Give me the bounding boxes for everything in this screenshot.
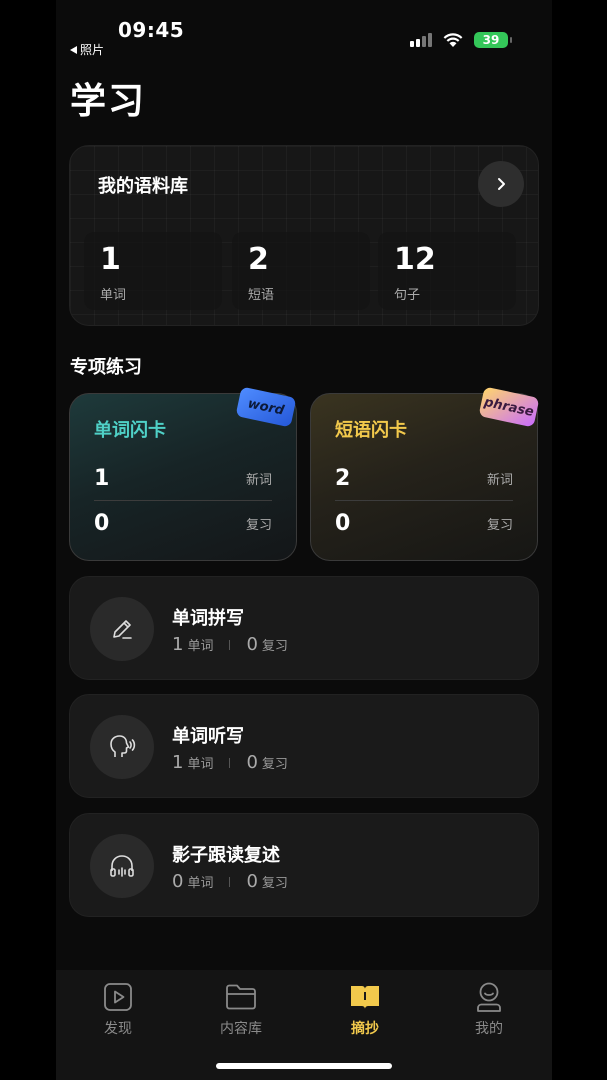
review-label: 复习 (486, 517, 513, 533)
back-label: 照片 (80, 43, 105, 57)
tab-label: 发现 (104, 1021, 132, 1037)
battery-level: 39 (482, 33, 500, 47)
practice-icon-circle (90, 715, 154, 779)
headphones-icon (110, 855, 134, 877)
review-count: 0 (335, 510, 351, 536)
divider (335, 500, 513, 501)
word-flashcard-card[interactable]: 单词闪卡 word 1 新词 0 复习 (69, 386, 297, 561)
corpus-stat-words[interactable]: 1 单词 (84, 232, 222, 310)
practice-title: 影子跟读复述 (172, 845, 280, 866)
status-time: 09:45 (118, 18, 185, 42)
stat-value: 2 (248, 242, 269, 277)
review-count: 0 (246, 752, 258, 773)
home-indicator[interactable] (216, 1063, 392, 1069)
word-count-label: 单词 (187, 757, 214, 772)
separator (229, 876, 231, 887)
status-indicators: 39 (410, 32, 512, 48)
battery-icon: 39 (474, 32, 512, 48)
review-count: 0 (246, 634, 258, 655)
corpus-title: 我的语料库 (98, 176, 188, 197)
new-label: 新词 (245, 472, 272, 488)
word-count: 1 (172, 752, 184, 773)
stat-value: 1 (100, 242, 121, 277)
phone-screen: 09:45 照片 39 学习 我的语料库 1 单词 2 短语 12 句子 专项练… (56, 0, 552, 1080)
review-count: 0 (246, 871, 258, 892)
stat-label: 句子 (394, 288, 421, 303)
practice-stats: 1 单词 0 复习 (172, 634, 288, 655)
new-count: 1 (94, 465, 110, 491)
cellular-signal-icon (410, 33, 432, 47)
review-label: 复习 (261, 639, 288, 654)
flashcard-new-row: 2 新词 (335, 463, 513, 493)
phrase-flashcard-card[interactable]: 短语闪卡 phrase 2 新词 0 复习 (310, 386, 540, 561)
play-icon (104, 983, 132, 1011)
tab-label: 摘抄 (351, 1021, 379, 1037)
stat-value: 12 (394, 242, 436, 277)
new-label: 新词 (486, 472, 513, 488)
review-label: 复习 (245, 517, 272, 533)
flashcard-title: 单词闪卡 (94, 420, 166, 441)
page-title: 学习 (70, 81, 147, 122)
practice-title: 单词听写 (172, 726, 244, 747)
corpus-stat-phrases[interactable]: 2 短语 (232, 232, 370, 310)
corpus-card[interactable]: 我的语料库 1 单词 2 短语 12 句子 (69, 145, 539, 326)
stat-label: 单词 (100, 288, 127, 303)
chevron-right-icon (498, 178, 505, 190)
folder-icon (226, 984, 256, 1010)
tab-content-library[interactable]: 内容库 (201, 980, 281, 1038)
divider (94, 500, 272, 501)
tab-label: 我的 (475, 1021, 503, 1037)
practice-stats: 0 单词 0 复习 (172, 871, 288, 892)
book-icon (351, 986, 379, 1009)
practice-icon-circle (90, 597, 154, 661)
word-dictation-card[interactable]: 单词听写 1 单词 0 复习 (69, 694, 539, 798)
practice-stats: 1 单词 0 复习 (172, 752, 288, 773)
flashcard-review-row: 0 复习 (94, 508, 272, 538)
tab-profile[interactable]: 我的 (449, 980, 529, 1038)
back-to-photos-link[interactable]: 照片 (70, 41, 104, 58)
tab-discover[interactable]: 发现 (78, 980, 158, 1038)
word-badge: word (235, 386, 297, 428)
shadowing-card[interactable]: 影子跟读复述 0 单词 0 复习 (69, 813, 539, 917)
review-count: 0 (94, 510, 110, 536)
review-label: 复习 (261, 757, 288, 772)
practice-title: 单词拼写 (172, 608, 244, 629)
flashcard-review-row: 0 复习 (335, 508, 513, 538)
word-count: 0 (172, 871, 184, 892)
tab-excerpts[interactable]: 摘抄 (325, 980, 405, 1038)
section-title: 专项练习 (70, 357, 142, 378)
pencil-icon (113, 620, 132, 639)
profile-icon (477, 982, 501, 1012)
tab-label: 内容库 (220, 1021, 262, 1037)
word-count: 1 (172, 634, 184, 655)
practice-icon-circle (90, 834, 154, 898)
word-spelling-card[interactable]: 单词拼写 1 单词 0 复习 (69, 576, 539, 680)
separator (229, 639, 231, 650)
wifi-icon (443, 33, 463, 47)
review-label: 复习 (261, 876, 288, 891)
corpus-open-button[interactable] (478, 161, 524, 207)
corpus-stat-sentences[interactable]: 12 句子 (378, 232, 516, 310)
flashcard-new-row: 1 新词 (94, 463, 272, 493)
word-count-label: 单词 (187, 876, 214, 891)
status-bar: 09:45 照片 39 (56, 0, 552, 64)
back-arrow-icon (70, 45, 77, 54)
stat-label: 短语 (248, 288, 275, 303)
speaking-head-icon (110, 735, 136, 757)
separator (229, 757, 231, 768)
flashcard-title: 短语闪卡 (335, 420, 407, 441)
new-count: 2 (335, 465, 351, 491)
word-count-label: 单词 (187, 639, 214, 654)
phrase-badge: phrase (478, 386, 540, 428)
